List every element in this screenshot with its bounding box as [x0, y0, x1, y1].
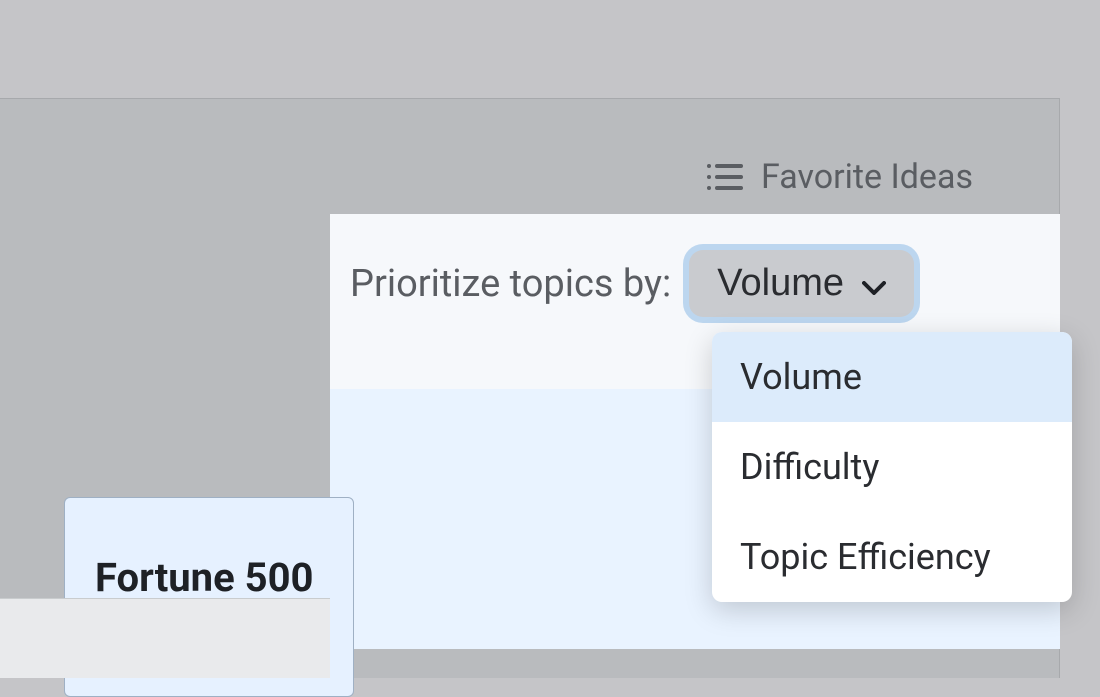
favorite-ideas-link[interactable]: Favorite Ideas	[705, 157, 973, 197]
main-panel: Favorite Ideas Prioritize topics by: Vol…	[0, 98, 1060, 678]
dropdown-option-volume[interactable]: Volume	[712, 332, 1072, 422]
prioritize-panel: Prioritize topics by: Volume Volume Diff…	[330, 214, 1060, 634]
list-icon	[705, 162, 743, 192]
prioritize-dropdown-menu: Volume Difficulty Topic Efficiency	[712, 332, 1072, 602]
prioritize-select-button[interactable]: Volume	[689, 250, 914, 317]
bottom-panel	[0, 598, 330, 678]
prioritize-label: Prioritize topics by:	[350, 262, 671, 306]
dropdown-option-topic-efficiency[interactable]: Topic Efficiency	[712, 512, 1072, 602]
prioritize-header: Prioritize topics by: Volume	[350, 250, 914, 317]
favorite-ideas-label: Favorite Ideas	[761, 157, 973, 197]
chevron-down-icon	[862, 262, 886, 305]
topic-card-title: Fortune 500	[95, 554, 323, 601]
dropdown-option-difficulty[interactable]: Difficulty	[712, 422, 1072, 512]
prioritize-selected-value: Volume	[717, 262, 844, 305]
